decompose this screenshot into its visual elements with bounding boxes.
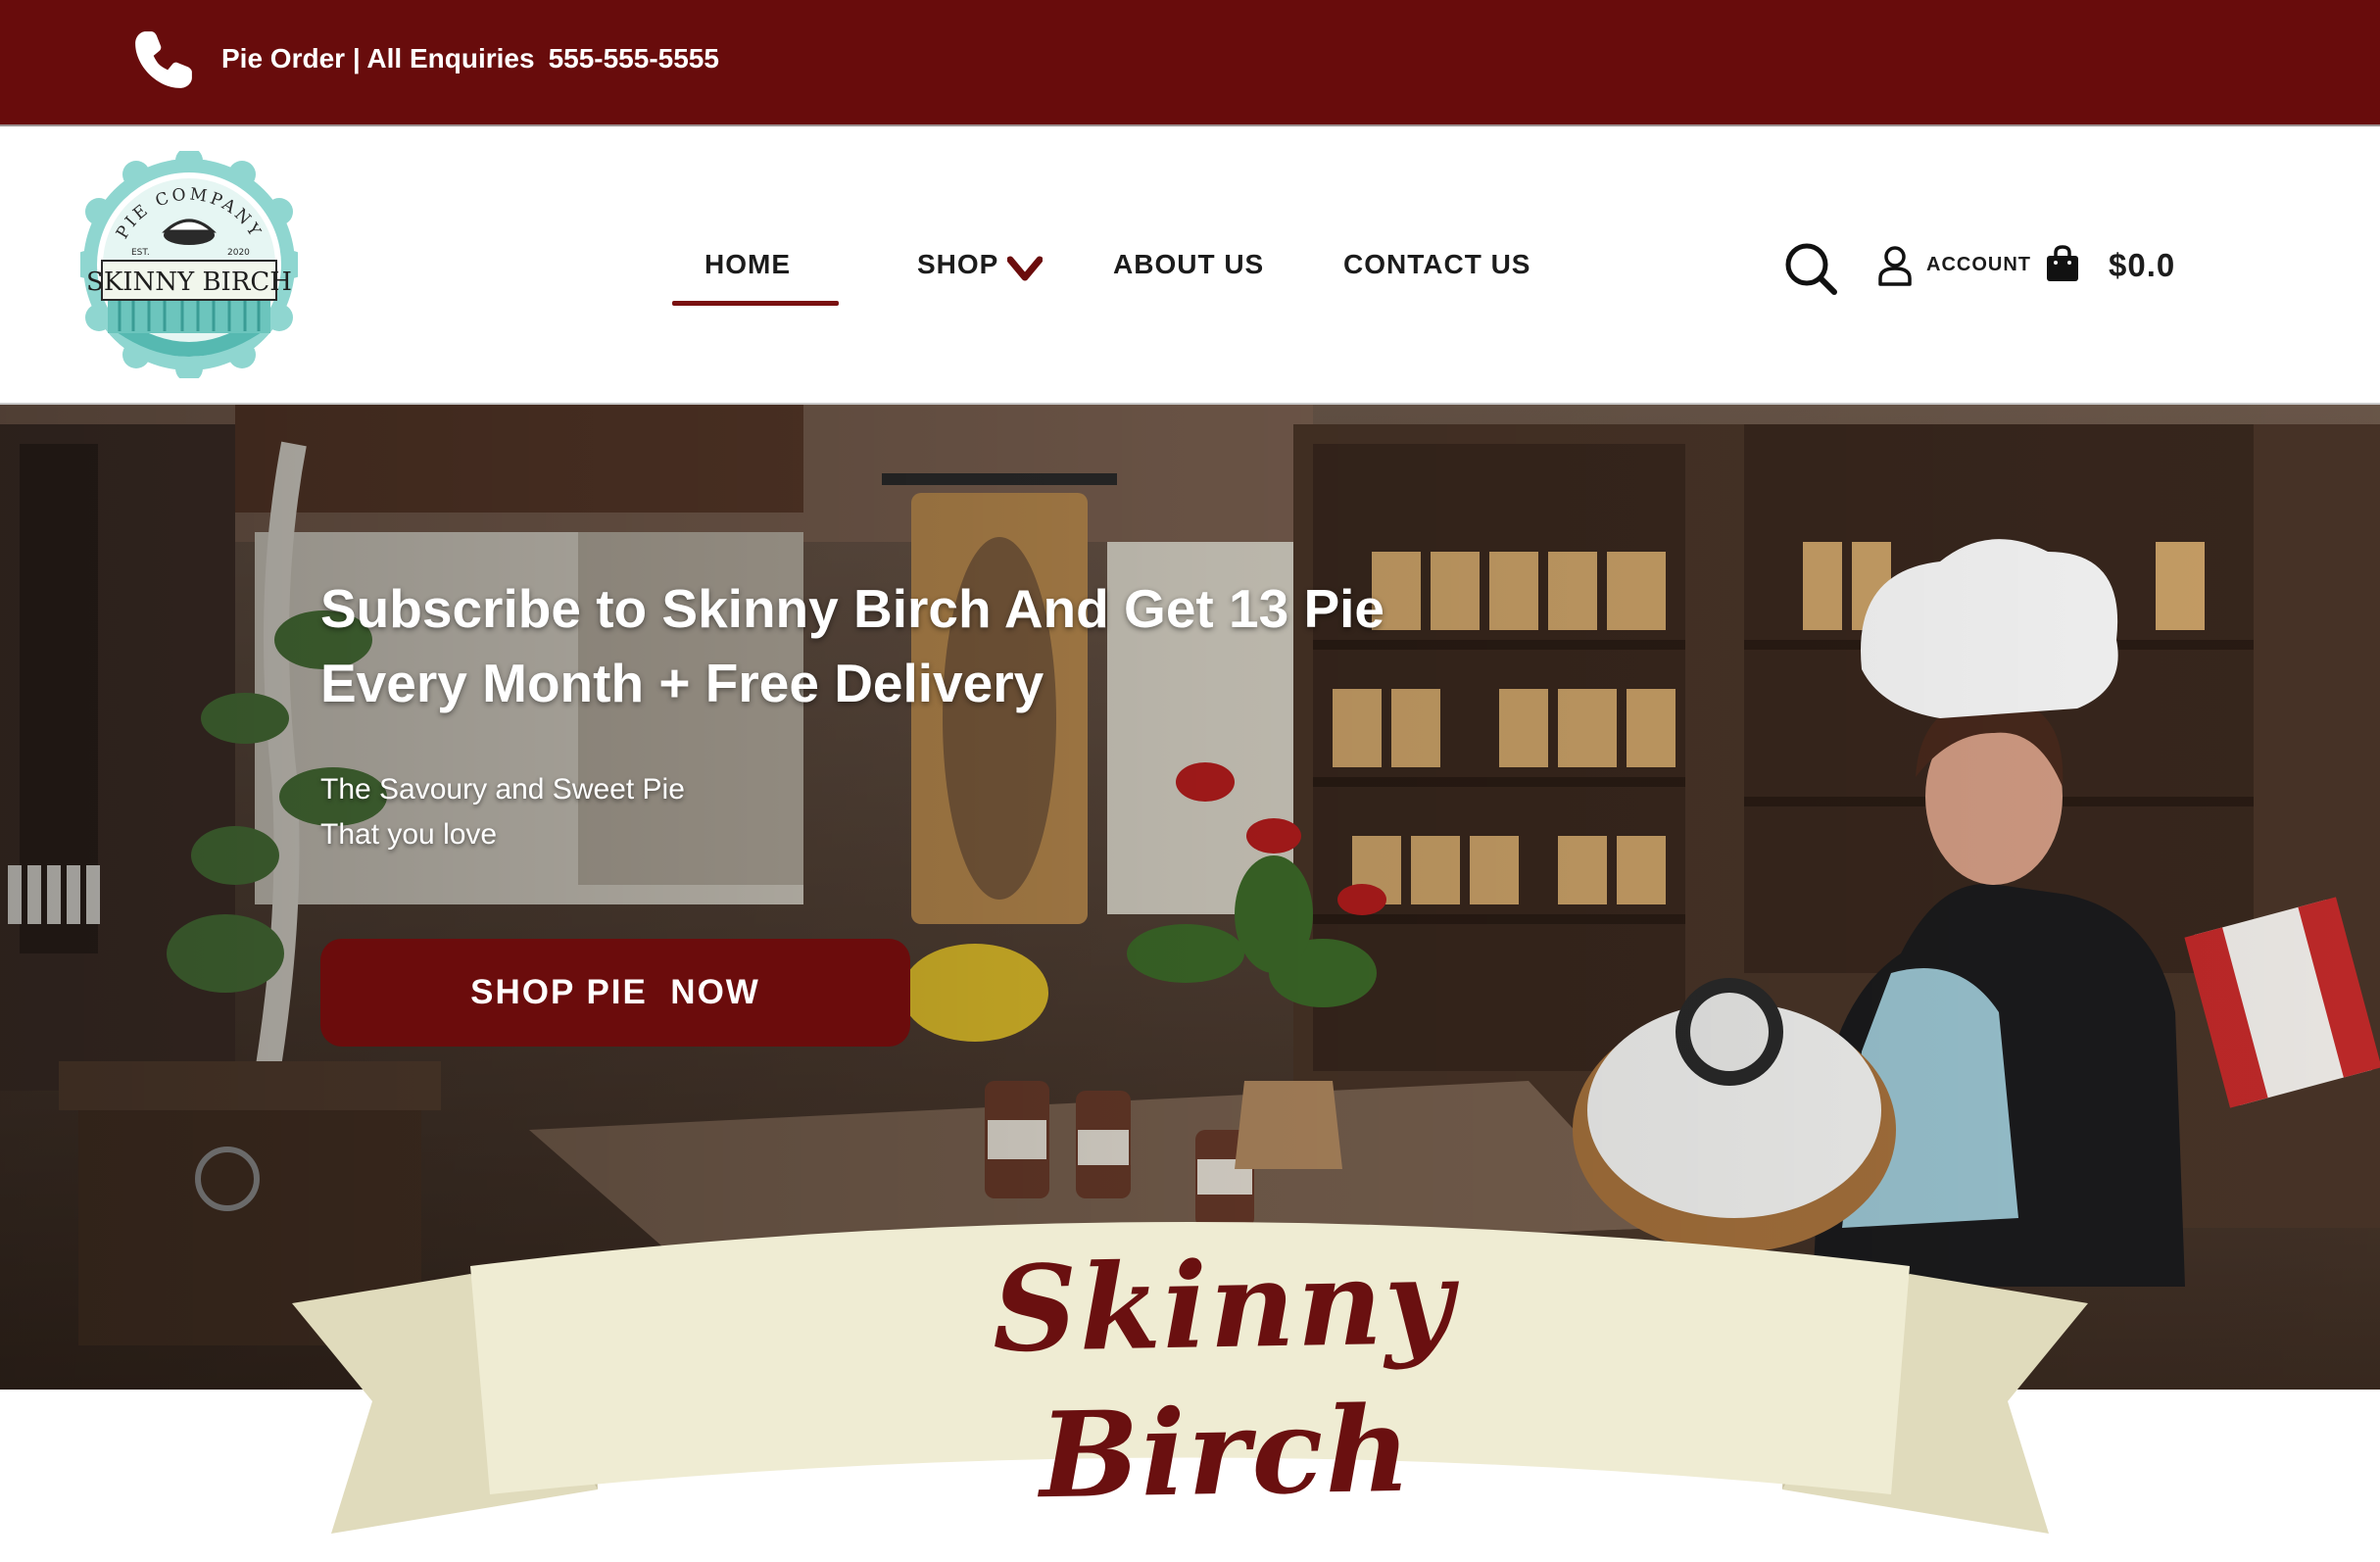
nav-home[interactable]: HOME	[704, 247, 791, 282]
account-link[interactable]: ACCOUNT	[1926, 252, 2031, 277]
logo-name: SKINNY BIRCH	[86, 268, 292, 297]
hero-title-line-1: Subscribe to Skinny Birch And Get 13 Pie	[320, 578, 1385, 639]
phone-icon	[135, 31, 192, 88]
hero-subtitle: The Savoury and Sweet Pie That you love	[320, 767, 685, 857]
nav-about-us[interactable]: ABOUT US	[1113, 247, 1264, 282]
active-nav-underline	[672, 301, 839, 306]
logo[interactable]: PIE COMPANY EST. 2020 SKINNY BIRCH	[80, 151, 298, 378]
user-icon[interactable]	[1877, 245, 1913, 286]
logo-year: 2020	[227, 248, 250, 258]
top-contact-bar: Pie Order | All Enquiries 555-555-5555	[0, 0, 2380, 126]
enquiries-text[interactable]: Pie Order | All Enquiries 555-555-5555	[221, 39, 733, 78]
hero-title-line-2: Every Month + Free Delivery	[320, 653, 1044, 713]
hero-subtitle-line-2: That you love	[320, 818, 498, 851]
enquiries-label: Pie Order | All Enquiries	[221, 43, 535, 73]
nav-contact-us[interactable]: CONTACT US	[1343, 247, 1530, 282]
nav-shop[interactable]: SHOP	[917, 247, 998, 282]
cart-total[interactable]: $0.0	[2109, 246, 2175, 285]
hero-subtitle-line-1: The Savoury and Sweet Pie	[320, 773, 685, 805]
phone-number[interactable]: 555-555-5555	[549, 43, 719, 73]
logo-est: EST.	[131, 248, 150, 258]
search-icon[interactable]	[1783, 241, 1840, 298]
site-header: PIE COMPANY EST. 2020 SKINNY BIRCH HOME …	[0, 128, 2380, 405]
hero-title: Subscribe to Skinny Birch And Get 13 Pie…	[320, 571, 1447, 720]
shopping-bag-icon[interactable]	[2045, 244, 2080, 283]
shop-pie-now-button[interactable]: SHOP PIE NOW	[320, 939, 910, 1047]
brand-banner-text: Skinny Birch	[991, 1232, 1456, 1526]
chevron-down-icon[interactable]	[1007, 256, 1043, 281]
